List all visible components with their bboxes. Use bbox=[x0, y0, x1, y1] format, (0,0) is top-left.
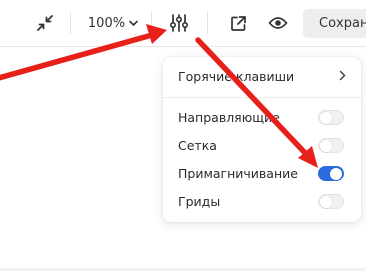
annotation-arrow bbox=[0, 24, 167, 81]
annotation-arrows bbox=[0, 24, 318, 168]
annotation-arrow bbox=[195, 37, 318, 168]
